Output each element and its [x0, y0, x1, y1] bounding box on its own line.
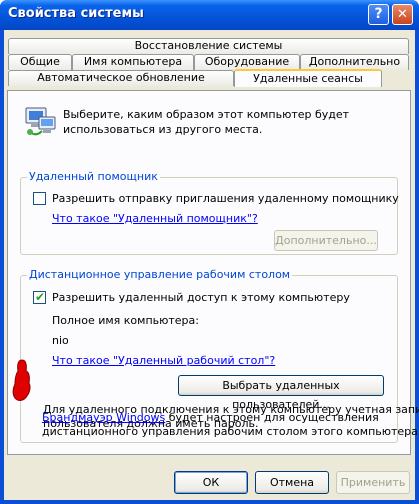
remote-assistance-group: Удаленный помощник Разрешить отправку пр…	[20, 170, 399, 255]
remote-desktop-checkbox-label[interactable]: Разрешить удаленный доступ к этому компь…	[52, 291, 350, 304]
cancel-button[interactable]: Отмена	[255, 471, 329, 494]
firewall-line-1: Брандмауэр Windows будет настроен для ос…	[42, 411, 379, 424]
remote-assistance-title: Удаленный помощник	[27, 170, 160, 183]
remote-assistance-checkbox[interactable]	[33, 192, 46, 205]
title-bar[interactable]: Свойства системы ? ✕	[0, 0, 419, 30]
remote-assistance-checkbox-label[interactable]: Разрешить отправку приглашения удаленном…	[52, 192, 399, 205]
system-properties-window: Свойства системы ? ✕ Восстановление сист…	[0, 0, 419, 504]
intro-line-1: Выберите, каким образом этот компьютер б…	[63, 108, 350, 121]
remote-desktop-title: Дистанционное управление рабочим столом	[27, 268, 293, 281]
remote-desktop-checkbox[interactable]: ✔	[33, 290, 46, 304]
apply-button[interactable]: Применить	[336, 471, 410, 494]
remote-desktop-help-link[interactable]: Что такое "Удаленный рабочий стол"?	[52, 354, 275, 367]
ok-button[interactable]: ОК	[174, 471, 248, 494]
tab-hardware[interactable]: Оборудование	[194, 54, 300, 70]
remote-assistance-help-link[interactable]: Что такое "Удаленный помощник"?	[52, 212, 258, 225]
tab-remote[interactable]: Удаленные сеансы	[234, 69, 382, 87]
computer-name-label: Полное имя компьютера:	[52, 314, 199, 327]
remote-assistance-advanced-button[interactable]: Дополнительно...	[274, 230, 378, 251]
tab-general[interactable]: Общие	[8, 54, 72, 70]
dialog-client-area: Восстановление системы Общие Имя компьют…	[4, 30, 419, 500]
firewall-text-rest: будет настроен для осуществления	[165, 411, 379, 424]
firewall-line-2: дистанционного управления рабочим столом…	[42, 425, 419, 438]
intro-line-2: использоваться из другого места.	[63, 123, 263, 136]
help-icon[interactable]: ?	[368, 4, 389, 25]
tab-system-restore[interactable]: Восстановление системы	[8, 38, 409, 54]
windows-firewall-link[interactable]: Брандмауэр Windows	[42, 411, 165, 424]
select-remote-users-button[interactable]: Выбрать удаленных пользователей...	[178, 375, 384, 411]
remote-tab-panel: Выберите, каким образом этот компьютер б…	[7, 90, 419, 455]
computer-network-icon	[25, 107, 56, 136]
tab-computer-name[interactable]: Имя компьютера	[72, 54, 194, 70]
red-hand-pointer-icon	[12, 359, 31, 401]
close-icon[interactable]: ✕	[392, 4, 413, 25]
tab-automatic-updates[interactable]: Автоматическое обновление	[8, 70, 234, 86]
computer-name-value: nio	[52, 334, 69, 347]
window-title: Свойства системы	[8, 6, 144, 21]
tab-advanced[interactable]: Дополнительно	[300, 54, 409, 70]
